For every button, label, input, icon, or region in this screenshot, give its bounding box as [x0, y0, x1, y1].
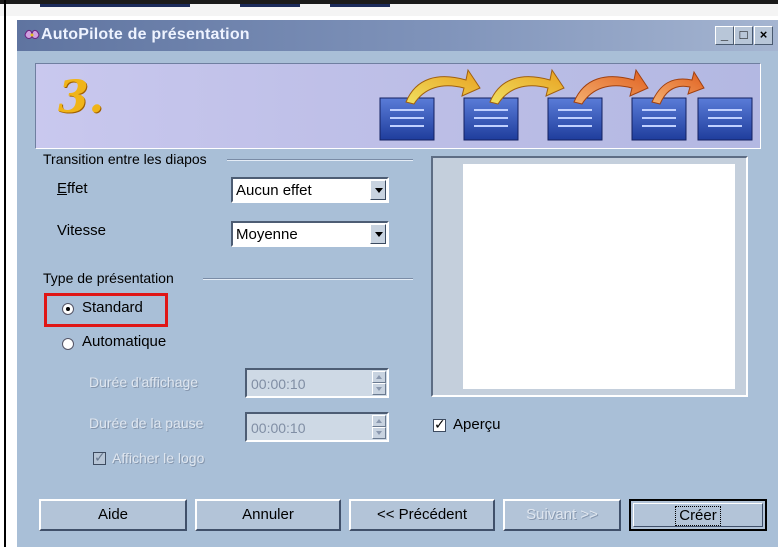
- maximize-button[interactable]: □: [734, 26, 753, 45]
- preview-checkbox[interactable]: ✓: [433, 416, 446, 432]
- chevron-down-icon[interactable]: [370, 224, 386, 244]
- step-progress-icon: [379, 68, 753, 141]
- background-edge: [4, 0, 6, 547]
- previous-button[interactable]: << Précédent: [349, 499, 495, 531]
- group-divider: [203, 278, 413, 280]
- standard-radio[interactable]: [62, 303, 74, 315]
- pause-duration-spinner[interactable]: [372, 415, 386, 439]
- display-duration-label: Durée d'affichage: [89, 374, 199, 390]
- display-duration-input[interactable]: 00:00:10: [245, 368, 389, 398]
- speed-select[interactable]: Moyenne: [231, 221, 389, 247]
- create-button-label: Créer: [675, 506, 721, 526]
- show-logo-checkbox[interactable]: ✓: [93, 449, 106, 465]
- close-button[interactable]: ×: [754, 26, 773, 45]
- step-banner: 3.: [35, 63, 761, 149]
- title-bar[interactable]: AutoPilote de présentation _ □ ×: [17, 20, 778, 51]
- effect-select[interactable]: Aucun effet: [231, 177, 389, 203]
- automatic-label[interactable]: Automatique: [82, 333, 166, 350]
- background-strip: [0, 0, 778, 16]
- transition-group-label: Transition entre les diapos: [43, 151, 207, 167]
- autopilot-dialog: AutoPilote de présentation _ □ × 3. Tran…: [14, 18, 778, 547]
- pause-duration-label: Durée de la pause: [89, 415, 204, 431]
- preview-label[interactable]: Aperçu: [453, 416, 501, 433]
- next-button[interactable]: Suivant >>: [503, 499, 621, 531]
- display-duration-spinner[interactable]: [372, 371, 386, 395]
- create-button[interactable]: Créer: [629, 499, 767, 531]
- pause-duration-input[interactable]: 00:00:10: [245, 412, 389, 442]
- step-number: 3.: [58, 72, 104, 123]
- group-divider: [227, 159, 413, 161]
- show-logo-label: Afficher le logo: [112, 450, 205, 466]
- preview-canvas: [463, 164, 735, 389]
- speed-label: Vitesse: [57, 222, 106, 239]
- window-title: AutoPilote de présentation: [41, 26, 250, 43]
- presentation-type-group-label: Type de présentation: [43, 270, 174, 286]
- cancel-button[interactable]: Annuler: [195, 499, 341, 531]
- help-button[interactable]: Aide: [39, 499, 187, 531]
- pause-duration-value: 00:00:10: [251, 420, 306, 436]
- display-duration-value: 00:00:10: [251, 376, 306, 392]
- chevron-down-icon[interactable]: [370, 180, 386, 200]
- automatic-radio[interactable]: [62, 338, 74, 350]
- minimize-button[interactable]: _: [715, 26, 734, 45]
- speed-value: Moyenne: [236, 226, 298, 243]
- standard-label[interactable]: Standard: [82, 299, 143, 316]
- effect-label: Effet: [57, 180, 88, 197]
- preview-panel: [431, 156, 748, 397]
- effect-value: Aucun effet: [236, 182, 312, 199]
- autopilot-app-icon: [24, 29, 40, 39]
